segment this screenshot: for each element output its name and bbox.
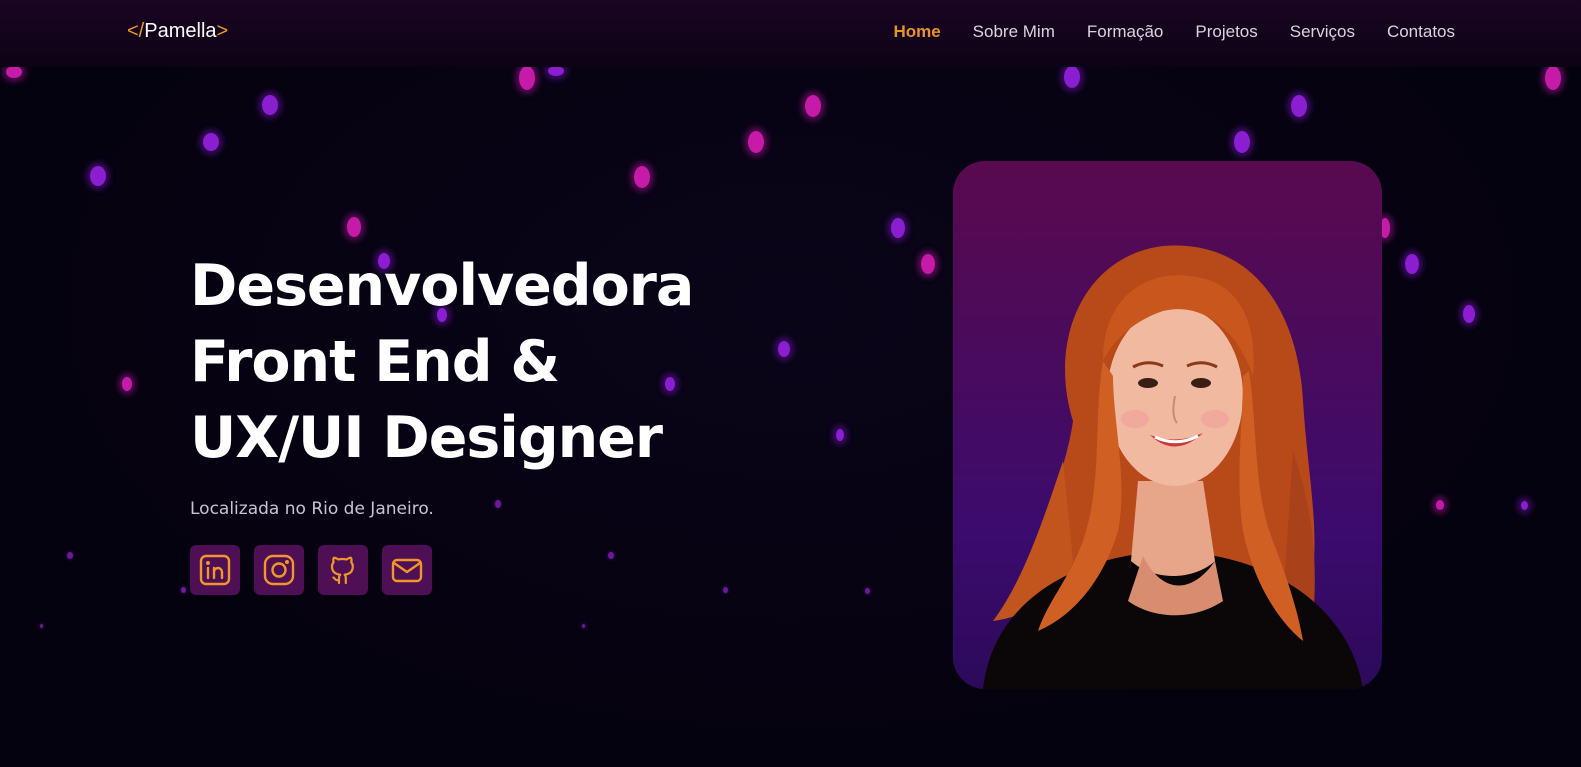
- mail-icon: [391, 558, 423, 583]
- instagram-button[interactable]: [254, 545, 304, 595]
- nav-item-sobre-mim[interactable]: Sobre Mim: [973, 22, 1055, 42]
- nav-item-home[interactable]: Home: [893, 22, 940, 42]
- logo-name: Pamella: [144, 20, 217, 42]
- github-button[interactable]: [318, 545, 368, 595]
- nav-item-formacao[interactable]: Formação: [1087, 22, 1164, 42]
- github-icon: [330, 556, 354, 585]
- profile-photo-card: [953, 161, 1382, 689]
- hero-title-line-2: Front End &: [190, 329, 560, 395]
- logo-open-bracket: </: [127, 20, 145, 42]
- hero-title-line-1: Desenvolvedora: [190, 253, 694, 319]
- social-links: [190, 545, 432, 595]
- profile-photo: [983, 245, 1363, 689]
- hero-title: Desenvolvedora Front End & UX/UI Designe…: [190, 248, 694, 476]
- nav-item-projetos[interactable]: Projetos: [1195, 22, 1257, 42]
- navbar: </Pamella> Home Sobre Mim Formação Proje…: [0, 0, 1581, 67]
- hero-title-line-3: UX/UI Designer: [190, 405, 663, 471]
- location-text: Localizada no Rio de Janeiro.: [190, 499, 434, 519]
- logo[interactable]: </Pamella>: [127, 20, 228, 43]
- nav-item-contatos[interactable]: Contatos: [1387, 22, 1455, 42]
- linkedin-icon: [199, 554, 231, 586]
- linkedin-button[interactable]: [190, 545, 240, 595]
- email-button[interactable]: [382, 545, 432, 595]
- instagram-icon: [263, 554, 295, 586]
- logo-close-bracket: >: [216, 20, 229, 42]
- page: </Pamella> Home Sobre Mim Formação Proje…: [0, 0, 1581, 767]
- nav-item-servicos[interactable]: Serviços: [1290, 22, 1355, 42]
- main-nav: Home Sobre Mim Formação Projetos Serviço…: [893, 22, 1455, 42]
